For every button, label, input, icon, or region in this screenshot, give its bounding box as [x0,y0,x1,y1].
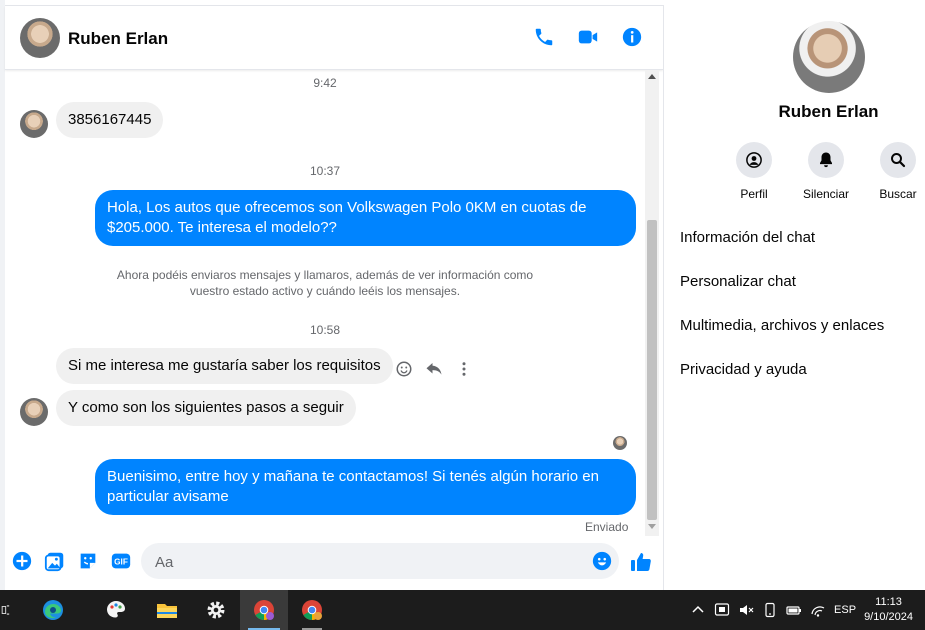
message-outgoing[interactable]: Buenisimo, entre hoy y mañana te contact… [95,459,636,515]
bell-icon[interactable] [808,142,844,178]
message-incoming[interactable]: Si me interesa me gustaría saber los req… [56,348,393,384]
search-icon[interactable] [880,142,916,178]
react-emoji-icon[interactable] [395,360,413,378]
more-options-icon[interactable] [455,360,473,378]
search-label: Buscar [879,187,917,201]
gif-icon[interactable]: GIF [110,550,132,572]
chrome-icon[interactable] [240,590,288,630]
phone-link-icon[interactable] [762,602,778,618]
reply-icon[interactable] [425,360,443,378]
contact-avatar[interactable] [20,18,60,58]
windows-taskbar: ESP 11:13 9/10/2024 [0,590,925,630]
message-actions [395,360,473,378]
scroll-thumb[interactable] [647,220,657,520]
video-camera-icon[interactable] [577,26,599,48]
profile-button[interactable]: Perfil [718,142,790,201]
chrome-profile-icon[interactable] [288,590,336,630]
seen-avatar [613,436,627,450]
search-button[interactable]: Buscar [862,142,925,201]
system-tray: ESP 11:13 9/10/2024 [690,590,925,630]
mute-label: Silenciar [802,187,850,201]
profile-avatar[interactable] [793,21,865,93]
like-icon[interactable] [629,550,653,574]
messenger-window: Ruben Erlan 9:42 3856167445 10:37 Hola, … [0,0,925,591]
wifi-icon[interactable] [810,602,826,618]
info-item-customize-chat[interactable]: Personalizar chat [680,264,884,308]
image-icon[interactable] [44,550,66,572]
profile-label: Perfil [740,187,768,201]
taskbar-apps [0,590,336,630]
profile-name: Ruben Erlan [778,102,879,121]
profile-icon[interactable] [736,142,772,178]
system-notice-line: Ahora podéis enviaros mensajes y llamaro… [116,268,534,282]
system-notice-line: vuestro estado activo y cuándo leéis los… [189,284,461,298]
conversation-info-panel: Ruben Erlan Perfil Silenciar Buscar Info… [664,5,925,590]
task-view-icon[interactable] [0,590,16,630]
battery-icon[interactable] [786,602,802,618]
sticker-icon[interactable] [77,550,99,572]
file-explorer-icon[interactable] [142,590,192,630]
input-language[interactable]: ESP [834,604,856,616]
chat-header: Ruben Erlan [5,6,663,70]
scroll-down-arrow[interactable] [648,524,656,529]
composer: GIF [5,536,663,591]
scroll-up-arrow[interactable] [648,74,656,79]
info-item-privacy-support[interactable]: Privacidad y ayuda [680,352,884,396]
message-input[interactable] [153,543,577,581]
info-item-media-files-links[interactable]: Multimedia, archivos y enlaces [680,308,884,352]
settings-gear-icon[interactable] [192,590,240,630]
chevron-up-icon[interactable] [690,602,706,618]
clock[interactable]: 11:13 9/10/2024 [864,595,913,625]
sent-status: Enviado [585,520,629,534]
paint-icon[interactable] [90,590,142,630]
chat-pane: Ruben Erlan 9:42 3856167445 10:37 Hola, … [5,5,663,591]
system-notice: Ahora podéis enviaros mensajes y llamaro… [105,267,545,299]
volume-mute-icon[interactable] [738,602,754,618]
mute-button[interactable]: Silenciar [790,142,862,201]
profile-actions: Perfil Silenciar Buscar [718,142,925,201]
timestamp: 10:58 [309,323,341,337]
message-outgoing[interactable]: Hola, Los autos que ofrecemos son Volksw… [95,190,636,246]
clock-date: 9/10/2024 [864,611,913,623]
clock-time: 11:13 [875,596,902,608]
info-menu: Información del chat Personalizar chat M… [680,220,884,396]
timestamp: 10:37 [309,164,341,178]
info-item-chat-info[interactable]: Información del chat [680,220,884,264]
security-icon[interactable] [714,602,730,618]
message-input-wrapper[interactable] [141,543,619,581]
composer-tools: GIF [11,550,132,572]
plus-icon[interactable] [11,550,33,572]
emoji-icon[interactable] [591,550,613,572]
sender-avatar[interactable] [20,110,48,138]
header-actions [533,26,643,48]
info-icon[interactable] [621,26,643,48]
contact-name[interactable]: Ruben Erlan [68,29,168,49]
message-scrollbar[interactable] [645,70,659,536]
svg-text:GIF: GIF [114,558,128,567]
message-list[interactable]: 9:42 3856167445 10:37 Hola, Los autos qu… [5,70,645,536]
sender-avatar[interactable] [20,398,48,426]
edge-icon[interactable] [16,590,90,630]
message-incoming[interactable]: Y como son los siguientes pasos a seguir [56,390,356,426]
message-incoming[interactable]: 3856167445 [56,102,164,138]
phone-icon[interactable] [533,26,555,48]
timestamp: 9:42 [313,76,337,90]
